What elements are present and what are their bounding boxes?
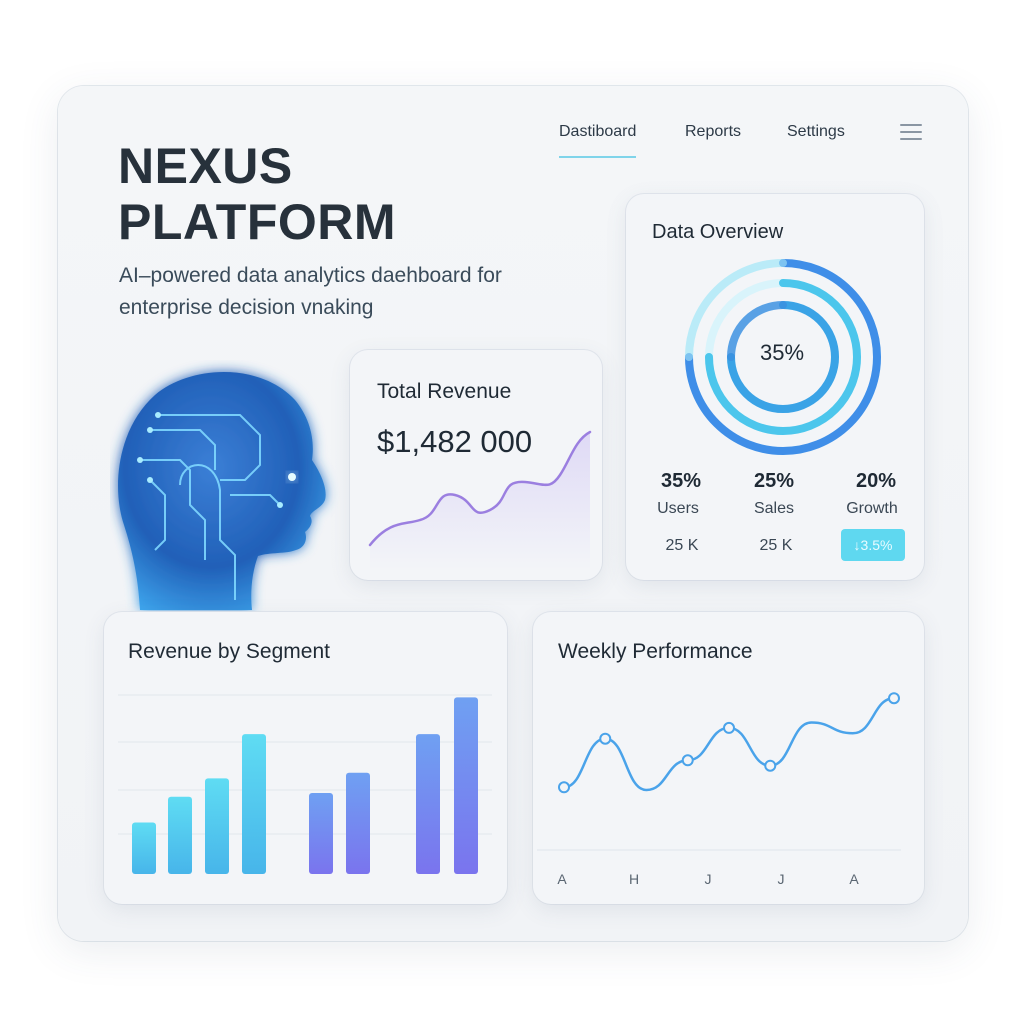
stat-users-sub: 25 K	[665, 537, 699, 554]
weekly-performance-chart	[537, 692, 901, 851]
data-point	[888, 692, 900, 705]
stat-sales-sub: 25 K	[759, 537, 793, 554]
x-tick-label: A	[849, 871, 859, 887]
donut-center-label: 35%	[759, 340, 805, 365]
bar	[309, 793, 333, 874]
ai-head-circuit-icon	[118, 371, 326, 610]
data-point	[681, 754, 694, 767]
bar	[205, 778, 229, 874]
bar	[454, 697, 478, 874]
bar	[346, 772, 370, 874]
data-overview-title: Data Overview	[652, 221, 784, 243]
stat-users-label: Users	[657, 500, 699, 517]
x-tick-label: J	[777, 871, 785, 887]
stat-growth-value: 20%	[855, 470, 897, 492]
data-point	[764, 759, 777, 772]
revenue-by-segment-chart	[118, 694, 492, 874]
bar	[168, 796, 192, 874]
sparkline-area	[370, 432, 590, 570]
nav-tab-settings[interactable]: Settings	[787, 122, 845, 156]
stat-growth-label: Growth	[846, 500, 898, 517]
x-tick-label: H	[628, 871, 640, 887]
data-point	[723, 721, 735, 734]
hamburger-menu-icon[interactable]	[900, 124, 924, 142]
total-revenue-card: Total Revenue $1,482 000	[350, 350, 602, 580]
data-point	[599, 732, 612, 745]
stat-sales-value: 25%	[753, 470, 795, 492]
x-tick-label: A	[557, 871, 567, 887]
revenue-sparkline	[368, 430, 592, 570]
growth-badge: ↓3.5%	[841, 529, 905, 561]
page-subtitle: AI–powered data analytics daehboard for …	[119, 264, 502, 319]
x-tick-label: J	[704, 871, 712, 887]
nav-tab-dashboard[interactable]: Dastiboard	[559, 122, 637, 158]
stat-users-value: 35%	[660, 470, 702, 492]
title-line-2: PLATFORM	[118, 194, 397, 250]
bar	[242, 734, 266, 874]
title-line-1: NEXUS	[118, 138, 293, 194]
data-point	[558, 781, 570, 794]
total-revenue-title: Total Revenue	[377, 380, 512, 403]
bar	[416, 734, 440, 874]
bar	[132, 822, 156, 874]
nav-tab-reports[interactable]: Reports	[685, 122, 741, 156]
page-title: NEXUS PLATFORM	[118, 138, 396, 250]
series-line	[562, 696, 896, 792]
stat-sales-label: Sales	[753, 500, 795, 517]
